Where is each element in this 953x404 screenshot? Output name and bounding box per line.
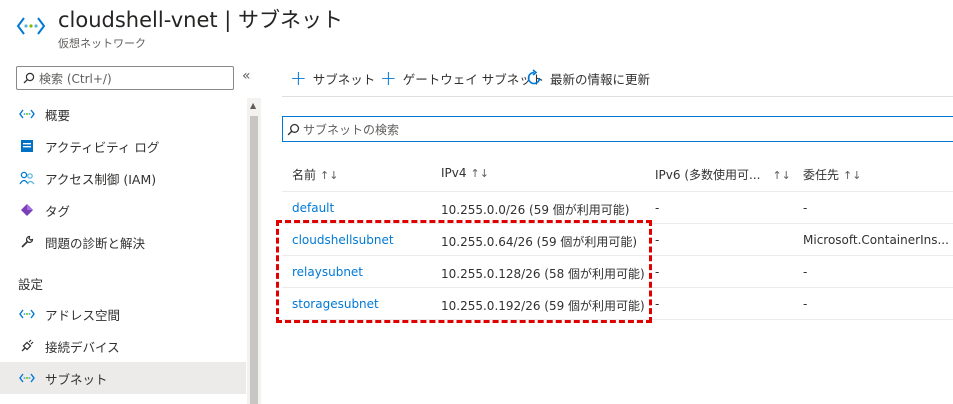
column-header-name[interactable]: 名前 ↑↓ xyxy=(292,166,338,183)
sidebar-item-label: 問題の診断と解決 xyxy=(45,235,146,251)
subnet-ipv4: 10.255.0.64/26 (59 個が利用可能) xyxy=(441,235,638,249)
sort-icon: ↑↓ xyxy=(320,169,339,182)
subnet-ipv6: - xyxy=(655,297,660,311)
column-header-ipv4[interactable]: IPv4 ↑↓ xyxy=(441,166,489,180)
scroll-up-icon[interactable]: ▲ xyxy=(250,101,256,110)
subnet-ipv6: - xyxy=(655,201,660,215)
vnet-icon xyxy=(18,305,36,323)
sidebar-item-address-space[interactable]: アドレス空間 xyxy=(0,298,246,330)
table-row[interactable]: default 10.255.0.0/26 (59 個が利用可能) - - xyxy=(282,192,953,224)
sidebar-item-iam[interactable]: アクセス制御 (IAM) xyxy=(0,162,246,194)
vnet-icon xyxy=(18,369,36,387)
subnet-name-link[interactable]: cloudshellsubnet xyxy=(292,233,394,247)
sidebar-item-label: サブネット xyxy=(45,371,108,387)
sidebar-scrollbar[interactable]: ▲ xyxy=(247,98,261,404)
subnet-ipv4: 10.255.0.128/26 (58 個が利用可能) xyxy=(441,267,645,281)
subnet-ipv6: - xyxy=(655,233,660,247)
page-subtitle: 仮想ネットワーク xyxy=(58,37,146,50)
subnet-ipv4: 10.255.0.0/26 (59 個が利用可能) xyxy=(441,203,630,217)
column-header-delegation[interactable]: 委任先 ↑↓ xyxy=(803,166,861,183)
toolbar-divider xyxy=(282,96,953,97)
sidebar-item-label: アドレス空間 xyxy=(45,307,121,323)
sidebar-item-subnets[interactable]: サブネット xyxy=(0,362,246,394)
sidebar-item-label: アクティビティ ログ xyxy=(45,139,160,155)
sidebar-search-input[interactable]: 検索 (Ctrl+/) xyxy=(16,66,234,90)
plug-icon xyxy=(18,337,36,355)
add-gateway-subnet-button[interactable]: + ゲートウェイ サブネット xyxy=(380,66,544,90)
page-title: cloudshell-vnet | サブネット xyxy=(58,8,344,32)
sidebar-item-tags[interactable]: タグ xyxy=(0,194,246,226)
search-icon xyxy=(23,72,35,84)
sidebar-item-activity-log[interactable]: アクティビティ ログ xyxy=(0,130,246,162)
sidebar-search-placeholder: 検索 (Ctrl+/) xyxy=(39,71,112,86)
activity-log-icon xyxy=(18,137,36,155)
sidebar-section-settings: 設定 xyxy=(18,277,44,292)
vnet-icon xyxy=(18,105,36,123)
scrollbar-thumb[interactable] xyxy=(250,116,258,404)
subnet-delegation: - xyxy=(803,265,808,279)
subnet-name-link[interactable]: relaysubnet xyxy=(292,265,363,279)
plus-icon: + xyxy=(290,66,307,90)
sidebar-item-label: 概要 xyxy=(45,107,71,123)
refresh-button[interactable]: 最新の情報に更新 xyxy=(525,66,650,90)
subnet-search-input[interactable]: サブネットの検索 xyxy=(282,116,953,142)
sidebar-item-connected-devices[interactable]: 接続デバイス xyxy=(0,330,246,362)
sidebar-item-label: タグ xyxy=(45,203,71,219)
subnet-delegation: - xyxy=(803,201,808,215)
table-row[interactable]: relaysubnet 10.255.0.128/26 (58 個が利用可能) … xyxy=(282,256,953,288)
search-icon xyxy=(287,123,300,135)
subnet-search-placeholder: サブネットの検索 xyxy=(303,122,400,137)
sort-icon: ↑↓ xyxy=(772,169,791,182)
tag-icon xyxy=(18,201,36,219)
column-header-ipv6[interactable]: IPv6 (多数使用可... ↑↓ xyxy=(655,166,791,183)
collapse-sidebar-button[interactable]: « xyxy=(242,68,251,84)
sidebar-item-label: アクセス制御 (IAM) xyxy=(45,171,157,187)
refresh-label: 最新の情報に更新 xyxy=(550,71,651,87)
sidebar-item-overview[interactable]: 概要 xyxy=(0,98,246,130)
add-gateway-subnet-label: ゲートウェイ サブネット xyxy=(402,71,545,87)
plus-icon: + xyxy=(380,66,397,90)
sidebar-item-label: 接続デバイス xyxy=(45,339,120,355)
sort-icon: ↑↓ xyxy=(843,169,862,182)
subnet-ipv6: - xyxy=(655,265,660,279)
add-subnet-label: サブネット xyxy=(312,71,376,87)
subnet-name-link[interactable]: storagesubnet xyxy=(292,297,379,311)
sort-icon: ↑↓ xyxy=(470,167,489,180)
table-row[interactable]: cloudshellsubnet 10.255.0.64/26 (59 個が利用… xyxy=(282,224,953,256)
subnet-delegation: Microsoft.ContainerIns... xyxy=(803,233,949,247)
add-subnet-button[interactable]: + サブネット xyxy=(290,66,375,90)
vnet-icon xyxy=(16,17,46,35)
subnet-ipv4: 10.255.0.192/26 (59 個が利用可能) xyxy=(441,299,645,313)
sidebar-item-diagnose[interactable]: 問題の診断と解決 xyxy=(0,226,246,258)
subnet-name-link[interactable]: default xyxy=(292,201,334,215)
wrench-icon xyxy=(18,233,36,251)
subnet-delegation: - xyxy=(803,297,808,311)
refresh-icon xyxy=(527,69,541,85)
iam-icon xyxy=(18,169,36,187)
table-row[interactable]: storagesubnet 10.255.0.192/26 (59 個が利用可能… xyxy=(282,288,953,320)
